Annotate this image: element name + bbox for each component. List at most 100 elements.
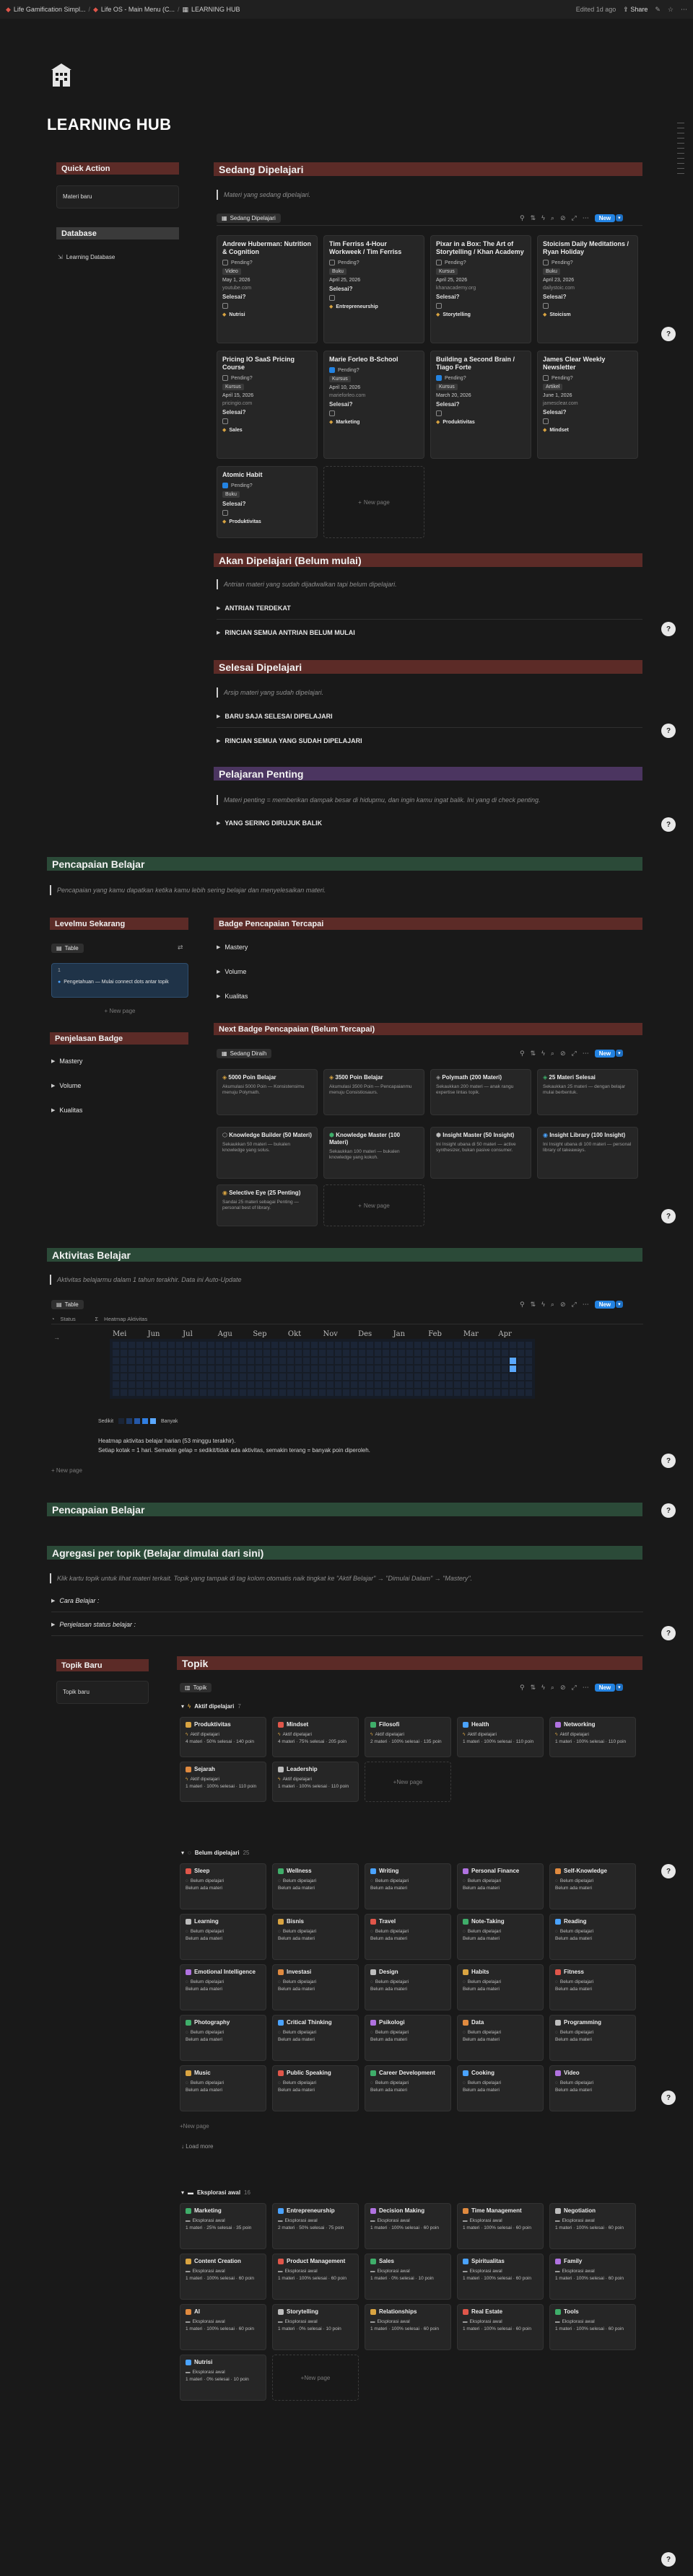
badge-card[interactable]: ◉ Selective Eye (25 Penting) Sandai 25 ma… [217, 1184, 318, 1226]
topic-card[interactable]: Time Management ▬ Eksplorasi awal 1 materi … [457, 2203, 544, 2249]
comment-icon[interactable]: ✎ [655, 6, 661, 14]
toggle-rincian-antrian[interactable]: ▶ RINCIAN SEMUA ANTRIAN BELUM MULAI [217, 629, 355, 636]
search-icon[interactable]: ⌕ [551, 1050, 554, 1058]
toggle-badge-tercapai[interactable]: ▶ Mastery [217, 944, 248, 951]
load-more-button[interactable]: ↓ Load more [181, 2143, 213, 2150]
material-card[interactable]: Marie Forleo B-School Pending? Kursus April… [323, 351, 424, 459]
topic-card[interactable]: Emotional Intelligence ◌ Belum dipelajari B… [180, 1964, 266, 2010]
star-icon[interactable]: ☆ [668, 6, 674, 14]
topic-card[interactable]: Travel ◌ Belum dipelajari Belum ada materi [365, 1914, 451, 1960]
badge-card[interactable]: ⬢ Knowledge Master (100 Materi) Sekaukkan… [323, 1127, 424, 1179]
source-url[interactable]: pricingio.com [222, 401, 312, 406]
level-row[interactable]: 1 ● Pengetahuan — Mulai connect dots ant… [51, 963, 188, 998]
pending-checkbox[interactable] [436, 375, 442, 381]
topic-card[interactable]: Content Creation ▬ Eksplorasi awal 1 materi… [180, 2254, 266, 2300]
topic-card[interactable]: Sleep ◌ Belum dipelajari Belum ada materi [180, 1863, 266, 1909]
pending-checkbox[interactable] [222, 375, 228, 381]
material-card[interactable]: Building a Second Brain / Tiago Forte Pen… [430, 351, 531, 459]
link-icon[interactable]: ⊘ [560, 1050, 566, 1058]
chevron-down-icon[interactable]: ▾ [616, 1684, 623, 1691]
topic-card[interactable]: Product Management ▬ Eksplorasi awal 1 mate… [272, 2254, 359, 2300]
lightning-icon[interactable]: ϟ [541, 1050, 545, 1057]
tab-table[interactable]: ▤ Table [51, 943, 84, 953]
breadcrumb-item-2[interactable]: Life OS - Main Menu (C... [101, 6, 175, 13]
material-card[interactable]: Pricing IO SaaS Pricing Course Pending? Ku… [217, 351, 318, 459]
expand-icon[interactable]: ⤢ [572, 1684, 577, 1692]
more-icon[interactable]: ⋯ [583, 1050, 589, 1058]
badge-card[interactable]: ⬢ Insight Master (50 Insight) Ini Insight… [430, 1127, 531, 1179]
help-button[interactable]: ? [661, 2552, 676, 2567]
topic-card[interactable]: Spiritualitas ▬ Eksplorasi awal 1 materi · … [457, 2254, 544, 2300]
tab-table[interactable]: ▤ Table [51, 1299, 84, 1309]
link-icon[interactable]: ⊘ [560, 1301, 566, 1309]
topic-card[interactable]: Bisnis ◌ Belum dipelajari Belum ada materi [272, 1914, 359, 1960]
settings-icon[interactable]: ⇄ [178, 944, 183, 951]
help-button[interactable]: ? [661, 622, 676, 636]
topic-card[interactable]: Real Estate ▬ Eksplorasi awal 1 materi · 10… [457, 2304, 544, 2350]
search-icon[interactable]: ⌕ [551, 214, 554, 222]
topic-card[interactable]: Decision Making ▬ Eksplorasi awal 1 materi … [365, 2203, 451, 2249]
new-page-button[interactable]: + New page [51, 1008, 188, 1014]
pending-checkbox[interactable] [329, 367, 335, 373]
topic-card[interactable]: AI ▬ Eksplorasi awal 1 materi · 100% selesa… [180, 2304, 266, 2350]
toggle-cara-belajar[interactable]: ▶ Cara Belajar : [51, 1597, 99, 1604]
breadcrumb-item-3[interactable]: LEARNING HUB [191, 6, 240, 13]
topic-card[interactable]: Storytelling ▬ Eksplorasi awal 1 materi · 0… [272, 2304, 359, 2350]
new-page-button[interactable]: + New page [272, 2355, 359, 2401]
badge-card[interactable]: ◈ 25 Materi Selesai Sekaukkan 25 materi —… [537, 1069, 638, 1115]
material-card[interactable]: Andrew Huberman: Nutrition & Cognition Pe… [217, 235, 318, 343]
help-button[interactable]: ? [661, 327, 676, 341]
link-icon[interactable]: ⊘ [560, 1684, 566, 1692]
topic-card[interactable]: Produktivitas ϟ Aktif dipelajari 4 materi ·… [180, 1717, 266, 1757]
help-button[interactable]: ? [661, 1503, 676, 1518]
material-card[interactable]: Atomic Habit Pending? Buku Selesai? ◆ Produkt… [217, 466, 318, 538]
topic-card[interactable]: Leadership ϟ Aktif dipelajari 1 materi · 10… [272, 1762, 359, 1802]
topic-card[interactable]: Wellness ◌ Belum dipelajari Belum ada mater… [272, 1863, 359, 1909]
topic-card[interactable]: Music ◌ Belum dipelajari Belum ada materi [180, 2065, 266, 2111]
lightning-icon[interactable]: ϟ [541, 1684, 545, 1691]
pending-checkbox[interactable] [436, 260, 442, 265]
topic-card[interactable]: Negotiation ▬ Eksplorasi awal 1 materi · 10… [549, 2203, 636, 2249]
source-url[interactable]: jamesclear.com [543, 401, 632, 406]
topic-card[interactable]: Filosofi ϟ Aktif dipelajari 2 materi · 100%… [365, 1717, 451, 1757]
material-card[interactable]: Pixar in a Box: The Art of Storytelling … [430, 235, 531, 343]
topic-card[interactable]: Networking ϟ Aktif dipelajari 1 materi · 10… [549, 1717, 636, 1757]
topic-card[interactable]: Sejarah ϟ Aktif dipelajari 1 materi · 100% … [180, 1762, 266, 1802]
help-button[interactable]: ? [661, 724, 676, 738]
material-card[interactable]: Tim Ferriss 4-Hour Workweek / Tim Ferris… [323, 235, 424, 343]
breadcrumb-item-1[interactable]: Life Gamification Simpl... [14, 6, 86, 13]
pending-checkbox[interactable] [329, 260, 335, 265]
topic-card[interactable]: Sales ▬ Eksplorasi awal 1 materi · 0% seles… [365, 2254, 451, 2300]
toggle-penjelasan-status[interactable]: ▶ Penjelasan status belajar : [51, 1621, 136, 1628]
toggle-badge-explain[interactable]: ▶ Volume [51, 1082, 81, 1089]
topic-card[interactable]: Reading ◌ Belum dipelajari Belum ada materi [549, 1914, 636, 1960]
badge-card[interactable]: ◈ 3500 Poin Belajar Akumulasi 3500 Poin —… [323, 1069, 424, 1115]
share-button[interactable]: ⇪ Share [623, 6, 648, 14]
topic-card[interactable]: Mindset ϟ Aktif dipelajari 4 materi · 75% s… [272, 1717, 359, 1757]
new-page-button[interactable]: + New page [180, 2120, 266, 2132]
new-button[interactable]: New [594, 1049, 616, 1058]
help-button[interactable]: ? [661, 1626, 676, 1640]
toggle-antrian-terdekat[interactable]: ▶ ANTRIAN TERDEKAT [217, 605, 291, 612]
topic-card[interactable]: Family ▬ Eksplorasi awal 1 materi · 100% se… [549, 2254, 636, 2300]
toggle-baru-selesai[interactable]: ▶ BARU SAJA SELESAI DIPELAJARI [217, 713, 333, 720]
pending-checkbox[interactable] [543, 375, 549, 381]
topic-card[interactable]: Data ◌ Belum dipelajari Belum ada materi [457, 2015, 544, 2061]
filter-icon[interactable]: ⚲ [520, 1301, 525, 1309]
topic-card[interactable]: Health ϟ Aktif dipelajari 1 materi · 100% s… [457, 1717, 544, 1757]
topic-card[interactable]: Marketing ▬ Eksplorasi awal 1 materi · 25% … [180, 2203, 266, 2249]
sort-icon[interactable]: ⇅ [531, 1050, 536, 1058]
source-url[interactable]: youtube.com [222, 286, 312, 291]
toggle-badge-tercapai[interactable]: ▶ Volume [217, 968, 246, 975]
selesai-checkbox[interactable] [436, 410, 442, 416]
topic-card[interactable]: Fitness ◌ Belum dipelajari Belum ada materi [549, 1964, 636, 2010]
selesai-checkbox[interactable] [329, 410, 335, 416]
selesai-checkbox[interactable] [543, 303, 549, 309]
pending-checkbox[interactable] [222, 260, 228, 265]
topic-card[interactable]: Cooking ◌ Belum dipelajari Belum ada materi [457, 2065, 544, 2111]
toggle-badge-explain[interactable]: ▶ Kualitas [51, 1107, 82, 1114]
tab-sedang-dipelajari[interactable]: ▦ Sedang Dipelajari [217, 213, 281, 223]
new-topic-button[interactable]: Topik baru [63, 1689, 90, 1695]
new-button[interactable]: New [594, 214, 616, 222]
tab-topik[interactable]: ▥ Topik [180, 1682, 212, 1692]
